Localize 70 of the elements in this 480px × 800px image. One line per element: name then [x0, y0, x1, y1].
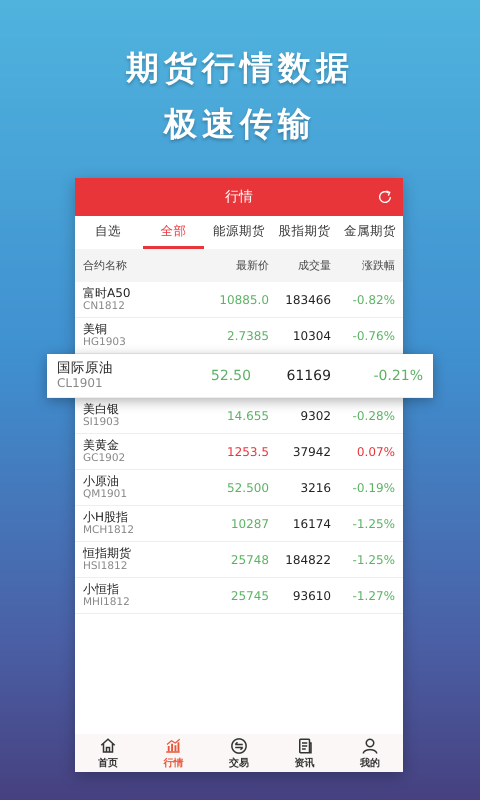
contract-name: 小原油 — [83, 474, 120, 488]
contract-code: GC1902 — [83, 452, 126, 465]
change-cell-text: -0.21% — [372, 368, 423, 384]
quote-row[interactable]: 恒指期货 HSI1812 25748 184822 -1.25% — [75, 542, 403, 578]
contract-code: MHI1812 — [83, 596, 131, 609]
column-header: 最新价 — [235, 258, 269, 273]
nav-item[interactable]: 交易 — [206, 734, 272, 772]
volume-cell-text: 16174 — [292, 516, 331, 530]
change-cell-text: -0.82% — [352, 292, 395, 306]
volume-cell-text: 9302 — [299, 408, 331, 422]
volume-cell-text: 37942 — [292, 444, 331, 458]
quote-row[interactable]: 小恒指 MHI1812 25745 93610 -1.27% — [75, 578, 403, 614]
bar-chart-icon — [164, 736, 182, 754]
nav-item[interactable]: 首页 — [75, 734, 141, 772]
quote-row[interactable]: 小H股指 MCH1812 10287 16174 -1.25% — [75, 506, 403, 542]
volume-cell-text: 3216 — [299, 480, 331, 494]
home-icon — [98, 736, 117, 754]
volume-cell-text: 184822 — [284, 552, 331, 566]
screen-title: 行情 — [225, 188, 253, 206]
volume-cell-text: 93610 — [292, 588, 331, 602]
nav-item[interactable]: 我的 — [337, 734, 403, 772]
exchange-icon — [230, 736, 248, 754]
change-cell-text: -0.76% — [352, 328, 395, 342]
contract-code: QM1901 — [83, 488, 128, 501]
column-header: 涨跌幅 — [361, 258, 395, 273]
price-cell-text: 25745 — [230, 588, 269, 602]
contract-code: CN1812 — [83, 300, 126, 313]
volume-cell-text: 183466 — [284, 292, 331, 306]
change-cell-text: -1.27% — [352, 588, 395, 602]
contract-name: 美铜 — [83, 322, 108, 336]
price-cell-text: 52.50 — [210, 368, 251, 384]
highlighted-quote-row[interactable]: 国际原油 CL1901 52.50 61169 -0.21% — [47, 354, 433, 398]
price-cell-text: 25748 — [230, 552, 269, 566]
change-cell-text: -1.25% — [352, 516, 395, 530]
quote-row[interactable]: 美白银 SI1903 14.655 9302 -0.28% — [75, 398, 403, 434]
price-cell-text: 14.655 — [226, 408, 269, 422]
contract-name: 美白银 — [83, 402, 120, 416]
contract-name: 富时A50 — [83, 286, 132, 300]
person-icon — [361, 736, 380, 754]
volume-cell-text: 10304 — [292, 328, 331, 342]
quote-row[interactable]: 富时A50 CN1812 10885.0 183466 -0.82% — [75, 282, 403, 318]
refresh-icon[interactable] — [377, 189, 393, 205]
price-cell-text: 10287 — [230, 516, 269, 530]
contract-code: HSI1812 — [83, 560, 128, 573]
quote-row[interactable]: 小原油 QM1901 52.500 3216 -0.19% — [75, 470, 403, 506]
headline-text: 期货行情数据 — [126, 50, 354, 86]
contract-name: 小恒指 — [83, 582, 120, 596]
nav-item[interactable]: 资讯 — [272, 734, 338, 772]
volume-cell-text: 61169 — [285, 368, 331, 384]
contract-code: CL1901 — [57, 376, 104, 391]
contract-name: 美黄金 — [83, 438, 120, 452]
change-cell-text: -0.19% — [352, 480, 395, 494]
contract-code: HG1903 — [83, 336, 127, 349]
change-cell-text: 0.07% — [356, 444, 395, 458]
column-header: 合约名称 — [83, 258, 128, 273]
change-cell-text: -1.25% — [352, 552, 395, 566]
quote-row[interactable]: 美铜 HG1903 2.7385 10304 -0.76% — [75, 318, 403, 354]
contract-code: MCH1812 — [83, 524, 136, 537]
quote-row[interactable]: 美黄金 GC1902 1253.5 37942 0.07% — [75, 434, 403, 470]
contract-code: SI1903 — [83, 416, 120, 429]
contract-name: 恒指期货 — [83, 546, 132, 560]
price-cell-text: 1253.5 — [226, 444, 269, 458]
price-cell-text: 10885.0 — [218, 292, 269, 306]
contract-name: 小H股指 — [83, 510, 130, 524]
change-cell-text: -0.28% — [352, 408, 395, 422]
price-cell-text: 52.500 — [226, 480, 269, 494]
price-cell-text: 2.7385 — [226, 328, 269, 342]
contract-name: 国际原油 — [57, 360, 114, 376]
column-header: 成交量 — [297, 258, 331, 273]
headline-text: 极速传输 — [164, 106, 316, 142]
